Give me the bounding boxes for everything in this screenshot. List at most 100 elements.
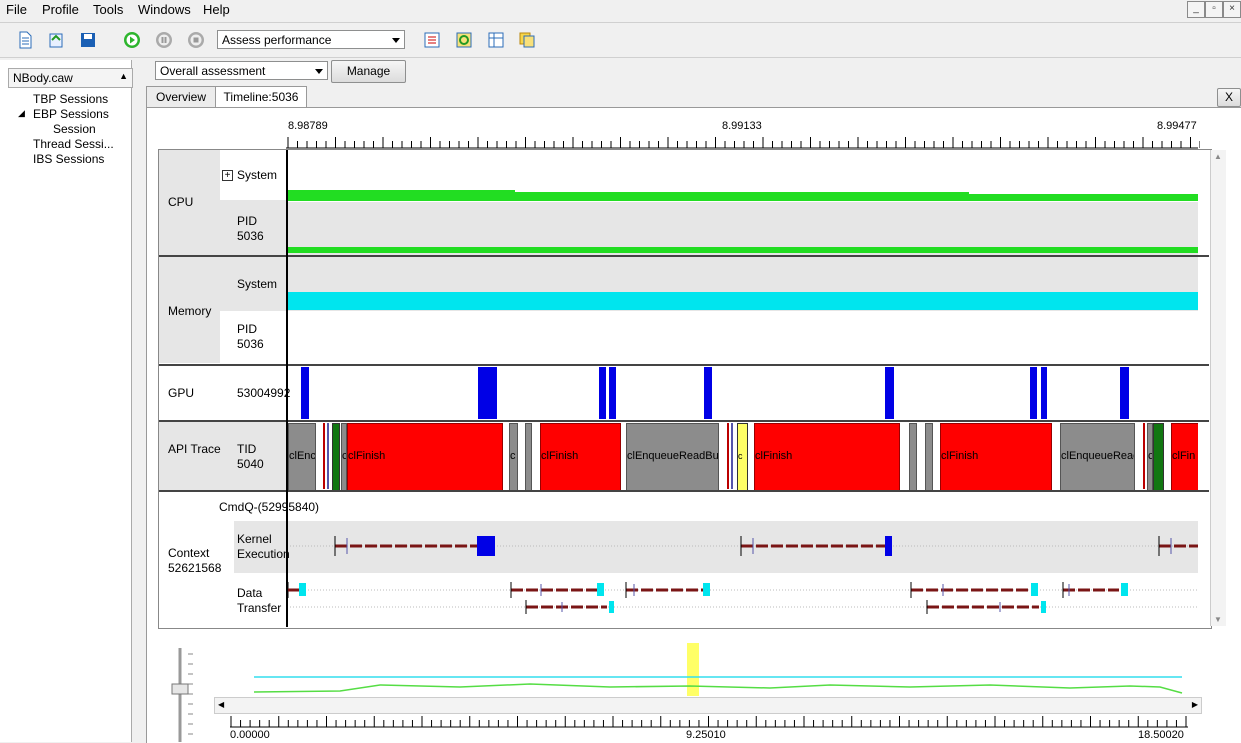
api-block[interactable]: clFinish — [940, 423, 1052, 490]
kernel-label-2: Execution — [237, 547, 290, 561]
memory-system-label: System — [237, 277, 278, 291]
table-icon[interactable] — [487, 31, 505, 49]
project-title: NBody.caw — [13, 71, 73, 85]
api-block[interactable]: clEnc — [288, 423, 316, 490]
menu-help[interactable]: Help — [203, 2, 230, 17]
scroll-left-icon[interactable]: ◀ — [218, 700, 224, 709]
expand-system-icon[interactable]: + — [222, 170, 233, 181]
zoom-slider-thumb[interactable] — [171, 683, 189, 695]
gpu-kernel-block[interactable] — [1120, 367, 1129, 419]
close-tab-button[interactable]: X — [1217, 88, 1241, 107]
api-block[interactable] — [909, 423, 917, 490]
collapse-icon[interactable]: ▲ — [119, 71, 128, 81]
scroll-down-icon[interactable]: ▼ — [1214, 615, 1222, 624]
gpu-kernel-block[interactable] — [885, 367, 894, 419]
api-trace-label: API Trace — [168, 442, 221, 456]
api-block[interactable] — [525, 423, 532, 490]
context-id: 52621568 — [168, 561, 222, 575]
expand-icon[interactable]: ◢ — [18, 108, 25, 119]
tab-overview[interactable]: Overview — [146, 86, 216, 108]
vertical-scrollbar[interactable]: ▲ ▼ — [1210, 150, 1226, 626]
gpu-kernel-block[interactable] — [609, 367, 616, 419]
report-icon[interactable] — [423, 31, 441, 49]
overview-axis-mid: 9.25010 — [686, 729, 726, 741]
api-block-selected[interactable]: c — [737, 423, 748, 490]
cpu-pid-label: PID — [237, 214, 258, 228]
save-icon[interactable] — [79, 31, 97, 49]
api-block[interactable]: clFinish — [754, 423, 900, 490]
ruler-right-label: 8.99477 — [1157, 120, 1197, 132]
menu-tools[interactable]: Tools — [93, 2, 123, 17]
kernel-exec-block[interactable] — [477, 536, 495, 556]
api-block[interactable]: clFinish — [347, 423, 503, 490]
gpu-kernel-block[interactable] — [1030, 367, 1037, 419]
menu-file[interactable]: File — [6, 2, 27, 17]
minimize-button[interactable]: _ — [1187, 1, 1205, 18]
tree-item-session[interactable]: Session — [53, 122, 96, 136]
api-block[interactable] — [332, 423, 340, 490]
toolbar: Assess performance — [0, 22, 1241, 58]
cmdq-label: CmdQ-(52995840) — [219, 500, 320, 514]
api-block[interactable] — [925, 423, 933, 490]
scroll-up-icon[interactable]: ▲ — [1214, 152, 1222, 161]
tree-item-tbp-sessions[interactable]: TBP Sessions — [33, 92, 108, 106]
manage-button[interactable]: Manage — [331, 60, 406, 83]
tree-item-ebp-sessions[interactable]: EBP Sessions — [33, 107, 109, 121]
tab-timeline[interactable]: Timeline:5036 — [215, 86, 307, 109]
timeline-ruler — [286, 137, 1200, 149]
api-block[interactable]: c — [509, 423, 518, 490]
cpu-pid-value: 5036 — [237, 229, 264, 243]
zoom-slider[interactable] — [168, 648, 198, 742]
stop-icon[interactable] — [187, 31, 205, 49]
profile-mode-select[interactable]: Assess performance — [217, 30, 405, 49]
tree-item-ibs-sessions[interactable]: IBS Sessions — [33, 152, 104, 166]
session-explorer: NBody.caw ▲ TBP Sessions ◢ EBP Sessions … — [0, 60, 133, 742]
api-block[interactable]: clFin — [1171, 423, 1198, 490]
gpu-kernel-block[interactable] — [1041, 367, 1047, 419]
menu-bar: File Profile Tools Windows Help _ ▫ × — [0, 0, 1241, 20]
menu-windows[interactable]: Windows — [138, 2, 191, 17]
gpu-activity-track — [301, 367, 1129, 419]
scroll-right-icon[interactable]: ▶ — [1192, 700, 1198, 709]
memory-label: Memory — [168, 304, 212, 318]
memory-pid-label: PID — [237, 322, 258, 336]
api-block[interactable]: clEnqueueReac — [1060, 423, 1135, 490]
gpu-kernel-block[interactable] — [599, 367, 606, 419]
pause-icon[interactable] — [155, 31, 173, 49]
data-transfer-label-1: Data — [237, 586, 263, 600]
api-block[interactable] — [1153, 423, 1164, 490]
overview-axis-left: 0.00000 — [230, 729, 270, 741]
cpu-system-label: System — [237, 168, 278, 182]
restore-button[interactable]: ▫ — [1205, 1, 1223, 18]
memory-usage-bar — [287, 292, 1198, 310]
tree-item-thread-sessions[interactable]: Thread Sessi... — [33, 137, 114, 151]
open-file-icon[interactable] — [47, 31, 65, 49]
refresh-icon[interactable] — [455, 31, 473, 49]
api-tid-label: TID — [237, 442, 257, 456]
close-window-button[interactable]: × — [1223, 1, 1241, 18]
api-block[interactable]: clFinish — [540, 423, 621, 490]
ruler-mid-label: 8.99133 — [722, 120, 762, 132]
kernel-exec-block[interactable] — [885, 536, 892, 556]
overview-axis — [230, 716, 1188, 728]
context-label: Context — [168, 546, 210, 560]
gpu-kernel-block[interactable] — [301, 367, 309, 419]
overview-selection[interactable] — [687, 643, 699, 696]
overview-axis-right: 18.50020 — [1138, 729, 1184, 741]
gpu-label: GPU — [168, 386, 195, 400]
menu-profile[interactable]: Profile — [42, 2, 79, 17]
new-file-icon[interactable] — [16, 31, 34, 49]
view-value: Overall assessment — [160, 64, 266, 78]
cpu-usage-graph — [287, 190, 1198, 253]
gpu-id: 53004992 — [237, 386, 291, 400]
copy-icon[interactable] — [518, 31, 536, 49]
overview-graph — [253, 643, 1183, 696]
gpu-kernel-block[interactable] — [478, 367, 497, 419]
gpu-kernel-block[interactable] — [704, 367, 712, 419]
view-select[interactable]: Overall assessment — [155, 61, 328, 80]
play-icon[interactable] — [123, 31, 141, 49]
chevron-down-icon — [315, 69, 323, 74]
profile-mode-value: Assess performance — [222, 33, 332, 47]
api-tid-value: 5040 — [237, 457, 264, 471]
api-block[interactable]: clEnqueueReadBu — [626, 423, 719, 490]
